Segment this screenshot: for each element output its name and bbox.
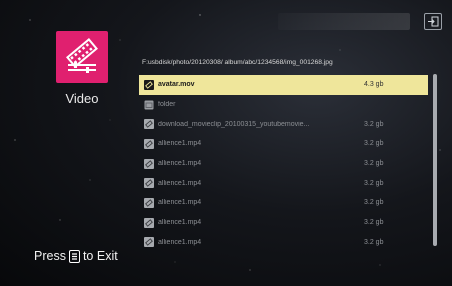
file-row[interactable]: allience1.mp4 3.2 gb (139, 213, 428, 233)
file-row[interactable]: allience1.mp4 3.2 gb (139, 173, 428, 193)
file-row[interactable]: avatar.mov 4.3 gb (139, 75, 428, 95)
exit-hint: Press to Exit (34, 249, 118, 263)
file-size: 4.3 gb (364, 81, 384, 89)
file-size: 3.2 gb (364, 120, 384, 128)
file-size: 3.2 gb (364, 179, 384, 187)
file-row[interactable]: download_movieclip_20100315_youtubemovie… (139, 114, 428, 134)
file-name: folder (158, 101, 176, 109)
file-size: 3.2 gb (364, 160, 384, 168)
folder-icon (144, 100, 154, 110)
file-name: download_movieclip_20100315_youtubemovie… (158, 120, 310, 128)
file-size: 3.2 gb (364, 238, 384, 246)
file-name: allience1.mp4 (158, 219, 202, 227)
file-name: allience1.mp4 (158, 199, 202, 207)
video-file-icon (144, 178, 154, 189)
video-file-icon (144, 237, 154, 248)
video-file-icon (144, 79, 154, 90)
video-file-icon (144, 119, 154, 130)
file-size: 3.2 gb (364, 140, 384, 148)
menu-key-icon (68, 249, 80, 263)
video-app-tile[interactable] (56, 31, 108, 83)
file-row[interactable]: folder (139, 95, 428, 115)
file-list: avatar.mov 4.3 gb folder download_movieclip… (139, 75, 428, 252)
video-file-icon (144, 197, 154, 208)
exit-button[interactable] (424, 13, 442, 30)
file-row[interactable]: allience1.mp4 3.2 gb (139, 233, 428, 253)
video-file-icon (144, 158, 154, 169)
file-size: 3.2 gb (364, 199, 384, 207)
file-name: allience1.mp4 (158, 140, 202, 148)
scrollbar[interactable] (433, 74, 437, 246)
file-name: avatar.mov (158, 81, 195, 89)
file-size: 3.2 gb (364, 219, 384, 227)
current-path: F:usbdisk/photo/20120308/ album/abc/1234… (142, 59, 333, 66)
top-search-bar (278, 13, 410, 30)
file-name: allience1.mp4 (158, 179, 202, 187)
file-name: allience1.mp4 (158, 160, 202, 168)
video-file-icon (144, 138, 154, 149)
file-row[interactable]: allience1.mp4 3.2 gb (139, 193, 428, 213)
file-row[interactable]: allience1.mp4 3.2 gb (139, 134, 428, 154)
video-film-icon (66, 37, 98, 73)
to-exit-text: to Exit (82, 249, 118, 263)
video-file-icon (144, 217, 154, 228)
app-label: Video (65, 91, 99, 106)
file-name: allience1.mp4 (158, 238, 202, 246)
file-row[interactable]: allience1.mp4 3.2 gb (139, 154, 428, 174)
exit-icon (428, 16, 439, 27)
scrollbar-thumb[interactable] (433, 74, 437, 246)
press-text: Press (34, 249, 66, 263)
